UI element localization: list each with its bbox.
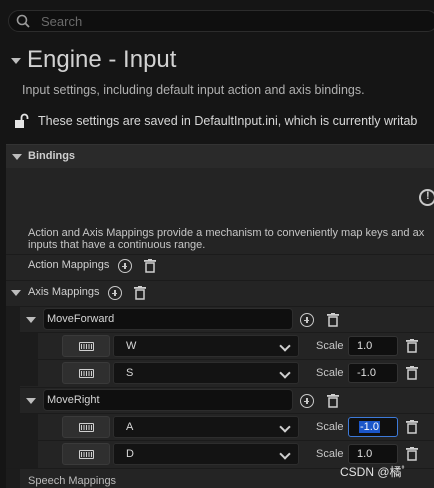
- scale-input[interactable]: 1.0: [348, 444, 398, 464]
- warning-icon[interactable]: !: [419, 189, 434, 206]
- add-axis-mapping-icon[interactable]: [108, 286, 122, 300]
- page-title: Engine - Input: [27, 46, 177, 73]
- collapse-arrow-icon[interactable]: [12, 154, 22, 160]
- key-dropdown[interactable]: S: [113, 362, 299, 384]
- trash-icon[interactable]: [406, 420, 418, 434]
- indent-gutter: [6, 307, 20, 488]
- keyboard-select-button[interactable]: [62, 443, 110, 465]
- divider: [6, 280, 434, 281]
- axis-name-field[interactable]: MoveForward: [43, 308, 293, 330]
- divider: [20, 332, 434, 333]
- divider: [38, 440, 434, 441]
- add-key-icon[interactable]: [300, 394, 314, 408]
- scale-input[interactable]: -1.0: [348, 363, 398, 383]
- speech-mappings-label: Speech Mappings: [28, 475, 117, 487]
- action-mappings-label: Action Mappings: [28, 259, 110, 271]
- collapse-arrow-icon[interactable]: [11, 58, 21, 64]
- saved-notice: These settings are saved in DefaultInput…: [38, 114, 418, 128]
- chevron-down-icon: [279, 340, 291, 352]
- indent-gutter: [20, 414, 38, 468]
- scale-label: Scale: [316, 448, 344, 460]
- keyboard-select-button[interactable]: [62, 416, 110, 438]
- axis-name-field[interactable]: MoveRight: [43, 389, 293, 411]
- collapse-arrow-icon[interactable]: [11, 290, 21, 296]
- trash-icon[interactable]: [327, 394, 339, 408]
- trash-icon[interactable]: [406, 447, 418, 461]
- search-input[interactable]: Search: [8, 10, 434, 32]
- key-dropdown[interactable]: W: [113, 335, 299, 357]
- bindings-label: Bindings: [28, 150, 76, 162]
- trash-icon[interactable]: [144, 259, 156, 273]
- keyboard-icon: [79, 369, 94, 378]
- scale-input[interactable]: -1.0: [348, 417, 398, 437]
- collapse-arrow-icon[interactable]: [26, 317, 36, 323]
- keyboard-icon: [79, 450, 94, 459]
- divider: [6, 306, 434, 307]
- keyboard-icon: [79, 423, 94, 432]
- trash-icon[interactable]: [406, 339, 418, 353]
- key-dropdown[interactable]: A: [113, 416, 299, 438]
- collapse-arrow-icon[interactable]: [26, 398, 36, 404]
- trash-icon[interactable]: [406, 366, 418, 380]
- divider: [20, 387, 434, 388]
- divider: [38, 359, 434, 360]
- key-dropdown[interactable]: D: [113, 443, 299, 465]
- trash-icon[interactable]: [327, 313, 339, 327]
- add-action-mapping-icon[interactable]: [118, 259, 132, 273]
- axis-mappings-label: Axis Mappings: [28, 286, 100, 298]
- search-icon: [16, 14, 30, 28]
- keyboard-select-button[interactable]: [62, 335, 110, 357]
- search-placeholder: Search: [41, 14, 83, 29]
- divider: [6, 254, 434, 255]
- scale-label: Scale: [316, 367, 344, 379]
- bindings-section-header[interactable]: Bindings: [6, 144, 434, 168]
- scale-input[interactable]: 1.0: [348, 336, 398, 356]
- keyboard-select-button[interactable]: [62, 362, 110, 384]
- chevron-down-icon: [279, 367, 291, 379]
- page-subtitle: Input settings, including default input …: [22, 83, 365, 97]
- trash-icon[interactable]: [134, 286, 146, 300]
- chevron-down-icon: [279, 421, 291, 433]
- scale-label: Scale: [316, 340, 344, 352]
- add-key-icon[interactable]: [300, 313, 314, 327]
- keyboard-icon: [79, 342, 94, 351]
- unlock-icon: [15, 113, 29, 128]
- watermark: CSDN @橘ﾟ: [340, 465, 408, 479]
- indent-gutter: [20, 332, 38, 386]
- divider: [20, 413, 434, 414]
- scale-label: Scale: [316, 421, 344, 433]
- bindings-description: Action and Axis Mappings provide a mecha…: [28, 227, 425, 251]
- chevron-down-icon: [279, 448, 291, 460]
